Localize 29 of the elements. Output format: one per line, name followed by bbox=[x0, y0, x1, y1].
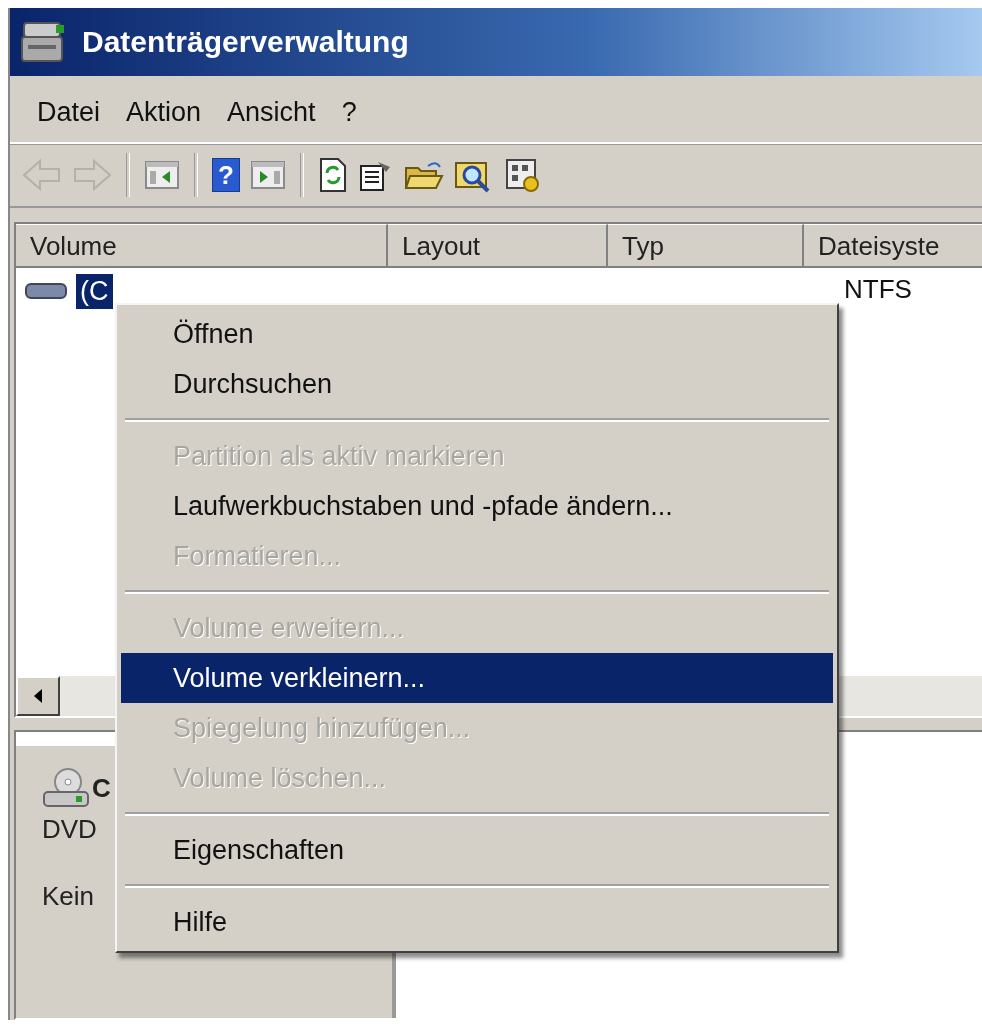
scroll-left-button[interactable] bbox=[16, 676, 60, 716]
menu-item[interactable]: Laufwerkbuchstaben und -pfade ändern... bbox=[121, 481, 833, 531]
disk-type: DVD bbox=[42, 814, 98, 845]
menu-item[interactable]: Ansicht bbox=[214, 90, 329, 134]
help-button[interactable]: ? bbox=[212, 158, 240, 192]
drive-name[interactable]: (C bbox=[76, 273, 113, 309]
cd-drive-icon bbox=[42, 766, 90, 810]
column-header[interactable]: Layout bbox=[388, 224, 608, 268]
menu-item[interactable]: Öffnen bbox=[121, 309, 833, 359]
pane-icon[interactable] bbox=[250, 159, 286, 191]
column-header[interactable]: Typ bbox=[608, 224, 804, 268]
column-header[interactable]: Dateisyste bbox=[804, 224, 982, 268]
column-header[interactable]: Volume bbox=[16, 224, 388, 268]
disk-label: C bbox=[92, 772, 111, 804]
refresh-icon[interactable] bbox=[318, 157, 348, 193]
disk-status: Kein bbox=[42, 881, 96, 912]
menu-item[interactable]: Volume verkleinern... bbox=[121, 653, 833, 703]
left-arrow-icon bbox=[34, 689, 42, 703]
menu-item[interactable]: Datei bbox=[24, 90, 114, 134]
table-cell: NTFS bbox=[844, 274, 912, 305]
window-title: Datenträgerverwaltung bbox=[82, 25, 409, 59]
drive-icon bbox=[24, 280, 68, 302]
menu-item[interactable]: Durchsuchen bbox=[121, 359, 833, 409]
menu-item[interactable]: Hilfe bbox=[121, 897, 833, 947]
pane-icon[interactable] bbox=[144, 159, 180, 191]
menu-item[interactable]: ? bbox=[328, 90, 370, 134]
menu-item[interactable]: Eigenschaften bbox=[121, 825, 833, 875]
menu-item[interactable]: Aktion bbox=[113, 90, 215, 134]
settings-icon[interactable] bbox=[504, 157, 542, 193]
